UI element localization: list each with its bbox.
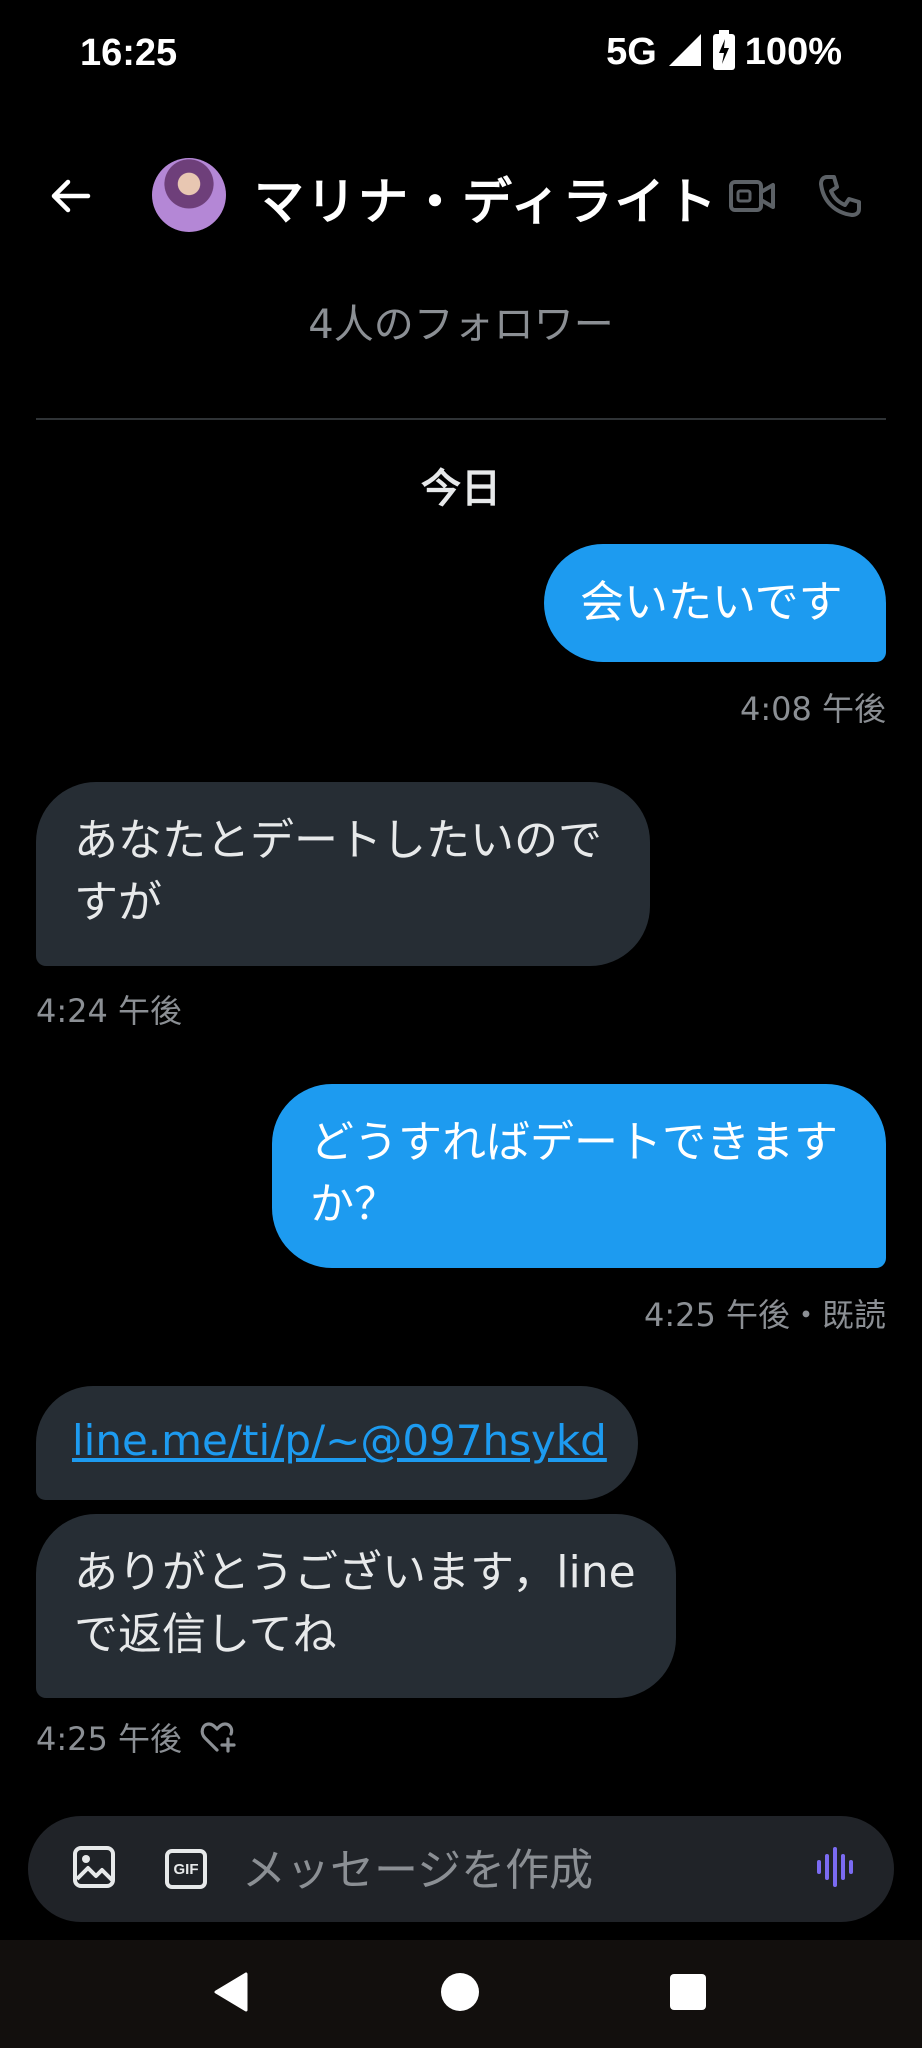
contact-name[interactable]: マリナ・ディライト (254, 162, 719, 234)
status-indicators: 5G 100% (606, 30, 842, 74)
message-text: あなたとデートしたいのですが (74, 815, 602, 928)
gif-button[interactable]: GIF (162, 1845, 210, 1893)
message-timestamp: 4:08 午後 (739, 690, 886, 728)
heart-plus-icon[interactable] (200, 1720, 236, 1754)
divider (36, 418, 886, 420)
message-bubble-received[interactable]: あなたとデートしたいのですが (36, 782, 650, 966)
message-text: どうすればデートできますか？ (310, 1117, 838, 1230)
avatar[interactable] (152, 158, 226, 232)
video-call-button[interactable] (722, 168, 782, 228)
circle-home-icon (440, 1972, 480, 2016)
message-time: 4:25 午後 (36, 1720, 183, 1758)
phone-icon (817, 173, 863, 223)
gif-icon: GIF (165, 1849, 207, 1889)
image-icon (72, 1845, 116, 1893)
system-nav-bar (0, 1940, 922, 2048)
nav-home-button[interactable] (430, 1964, 490, 2024)
message-composer: GIF (28, 1816, 894, 1922)
message-bubble-link[interactable]: line.me/ti/p/~@097hsykd (36, 1386, 638, 1500)
voice-message-button[interactable] (812, 1844, 862, 1894)
nav-back-button[interactable] (200, 1964, 260, 2024)
network-type: 5G (606, 30, 657, 73)
voice-wave-icon (815, 1845, 859, 1893)
triangle-back-icon (210, 1970, 250, 2018)
message-text: 会いたいです (580, 577, 843, 628)
phone-call-button[interactable] (810, 168, 870, 228)
battery-percent: 100% (744, 30, 842, 73)
message-bubble-sent[interactable]: 会いたいです (544, 544, 886, 662)
message-timestamp: 4:25 午後 (36, 1714, 236, 1760)
message-bubble-received[interactable]: ありがとうございます，lineで返信してね (36, 1514, 676, 1698)
image-button[interactable] (70, 1845, 118, 1893)
gif-label: GIF (173, 1860, 199, 1878)
signal-icon (667, 32, 703, 72)
message-bubble-sent[interactable]: どうすればデートできますか？ (272, 1084, 886, 1268)
message-link[interactable]: line.me/ti/p/~@097hsykd (72, 1416, 607, 1465)
nav-recents-button[interactable] (658, 1964, 718, 2024)
battery-icon (712, 30, 735, 74)
message-timestamp: 4:24 午後 (36, 992, 183, 1030)
conversation-header: マリナ・ディライト (0, 150, 922, 240)
video-camera-icon (728, 176, 776, 220)
status-bar: 16:25 5G 100% (0, 0, 922, 116)
message-timestamp-read: 4:25 午後・既読 (643, 1296, 886, 1334)
message-text: ありがとうございます，lineで返信してね (74, 1547, 636, 1660)
message-input[interactable] (240, 1838, 804, 1902)
back-button[interactable] (40, 168, 100, 228)
status-time: 16:25 (80, 32, 178, 74)
back-arrow-icon (48, 174, 92, 222)
square-recents-icon (669, 1973, 707, 2015)
date-separator: 今日 (421, 466, 501, 512)
followers-count[interactable]: 4人のフォロワー (0, 292, 922, 350)
